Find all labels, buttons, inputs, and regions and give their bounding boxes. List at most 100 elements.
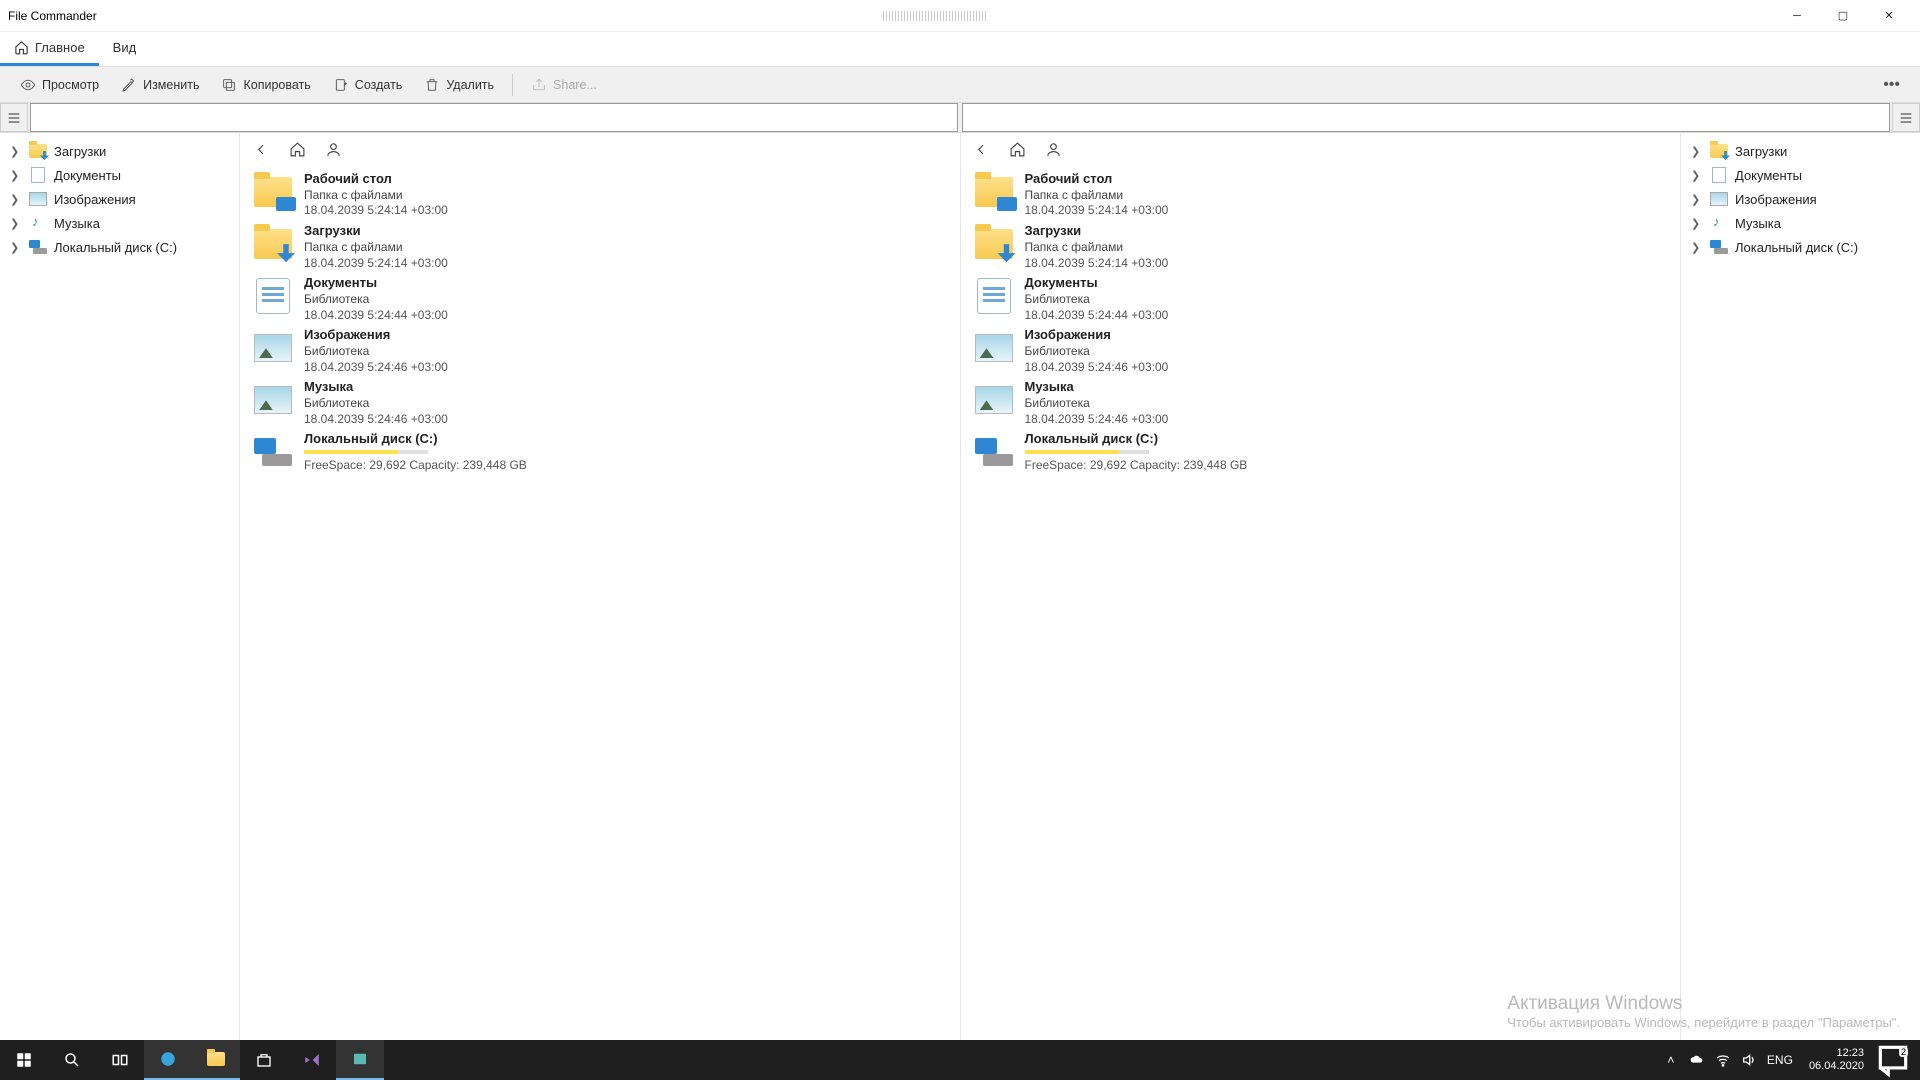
share-icon [531, 77, 547, 93]
file-row[interactable]: ДокументыБиблиотека18.04.2039 5:24:44 +0… [969, 273, 1673, 325]
store-taskbar-icon[interactable] [240, 1040, 288, 1080]
hamburger-left[interactable] [0, 103, 28, 132]
tree-item[interactable]: ❯Загрузки [1685, 139, 1916, 163]
app-taskbar-icon[interactable] [336, 1040, 384, 1080]
edit-button[interactable]: Изменить [111, 73, 209, 97]
file-date: 18.04.2039 5:24:44 +03:00 [1025, 308, 1169, 324]
vs-taskbar-icon[interactable] [288, 1040, 336, 1080]
tree-item-label: Документы [1735, 168, 1802, 183]
toolbar: Просмотр Изменить Копировать Создать Уда… [0, 67, 1920, 103]
tab-view[interactable]: Вид [99, 32, 151, 66]
tree-item[interactable]: ❯Документы [4, 163, 235, 187]
local-disk-icon [254, 438, 292, 466]
start-button[interactable] [0, 1040, 48, 1080]
file-name: Рабочий стол [304, 171, 448, 188]
tree-left: ❯Загрузки❯Документы❯Изображения ❯ Музыка ❯ Л… [0, 133, 240, 1040]
file-row[interactable]: ДокументыБиблиотека18.04.2039 5:24:44 +0… [248, 273, 952, 325]
copy-button[interactable]: Копировать [211, 73, 320, 97]
path-input-left[interactable] [30, 103, 958, 132]
chevron-icon: ❯ [1691, 241, 1703, 254]
file-row[interactable]: Рабочий столПапка с файлами18.04.2039 5:… [969, 169, 1673, 221]
home-button[interactable] [1007, 138, 1029, 160]
onedrive-icon[interactable] [1689, 1052, 1705, 1068]
tree-item[interactable]: ❯Документы [1685, 163, 1916, 187]
copy-icon [221, 77, 237, 93]
language-indicator[interactable]: ENG [1767, 1053, 1793, 1067]
tree-item-label: Изображения [54, 192, 136, 207]
share-label: Share... [553, 78, 597, 92]
grip-handle[interactable] [883, 11, 988, 21]
share-button[interactable]: Share... [521, 73, 607, 97]
file-row[interactable]: ЗагрузкиПапка с файлами18.04.2039 5:24:1… [969, 221, 1673, 273]
volume-icon[interactable] [1741, 1052, 1757, 1068]
wifi-icon[interactable] [1715, 1052, 1731, 1068]
downloads-icon [29, 144, 47, 158]
file-row[interactable]: МузыкаБиблиотека18.04.2039 5:24:46 +03:0… [969, 377, 1673, 429]
file-date: 18.04.2039 5:24:14 +03:00 [1025, 256, 1169, 272]
edge-taskbar-icon[interactable] [144, 1040, 192, 1080]
tree-item-label: Локальный диск (C:) [54, 240, 177, 255]
file-row[interactable]: ИзображенияБиблиотека18.04.2039 5:24:46 … [248, 325, 952, 377]
search-button[interactable] [48, 1040, 96, 1080]
file-row[interactable]: МузыкаБиблиотека18.04.2039 5:24:46 +03:0… [248, 377, 952, 429]
hamburger-right[interactable] [1892, 103, 1920, 132]
file-date: 18.04.2039 5:24:46 +03:00 [1025, 412, 1169, 428]
clock-date: 06.04.2020 [1809, 1060, 1864, 1073]
eye-icon [20, 77, 36, 93]
file-date: 18.04.2039 5:24:14 +03:00 [304, 256, 448, 272]
view-button[interactable]: Просмотр [10, 73, 109, 97]
delete-label: Удалить [446, 78, 494, 92]
tab-main[interactable]: Главное [0, 32, 99, 66]
file-row[interactable]: ИзображенияБиблиотека18.04.2039 5:24:46 … [969, 325, 1673, 377]
folder-icon [207, 1052, 225, 1066]
clock[interactable]: 12:23 06.04.2020 [1803, 1047, 1864, 1072]
home-button[interactable] [286, 138, 308, 160]
chevron-icon: ❯ [10, 217, 22, 230]
tree-item[interactable]: ❯Загрузки [4, 139, 235, 163]
tree-item[interactable]: ❯Музыка [1685, 211, 1916, 235]
tray-chevron-icon[interactable]: ˄ [1663, 1052, 1679, 1068]
view-label: Просмотр [42, 78, 99, 92]
close-button[interactable]: ✕ [1866, 0, 1912, 32]
notifications-button[interactable]: 2 [1874, 1041, 1912, 1079]
tab-view-label: Вид [113, 40, 137, 55]
tree-item[interactable]: ❯Изображения [1685, 187, 1916, 211]
path-input-right[interactable] [962, 103, 1890, 132]
chevron-icon: ❯ [10, 241, 22, 254]
app-title: File Commander [8, 9, 97, 23]
overflow-menu[interactable]: ••• [1873, 76, 1910, 94]
clock-time: 12:23 [1809, 1047, 1864, 1060]
main-area: ❯Загрузки❯Документы❯Изображения❯Музыка❯Л… [0, 133, 1920, 1040]
tree-item-label: Музыка [54, 216, 100, 231]
file-type: Библиотека [304, 344, 448, 360]
maximize-button[interactable]: ▢ [1820, 0, 1866, 32]
music-icon [1711, 216, 1727, 230]
back-button[interactable] [250, 138, 272, 160]
file-type: Библиотека [1025, 292, 1169, 308]
user-button[interactable] [322, 138, 344, 160]
edit-label: Изменить [143, 78, 199, 92]
tree-item[interactable]: ❯Локальный диск (C:) [1685, 235, 1916, 259]
file-name: Изображения [1025, 327, 1169, 344]
delete-button[interactable]: Удалить [414, 73, 504, 97]
file-type: Библиотека [304, 396, 448, 412]
tree-item[interactable]: ❯Изображения [4, 187, 235, 211]
minimize-button[interactable]: ─ [1774, 0, 1820, 32]
tree-item-label: Загрузки [54, 144, 106, 159]
file-type: Библиотека [304, 292, 448, 308]
file-row[interactable]: Рабочий столПапка с файлами18.04.2039 5:… [248, 169, 952, 221]
explorer-taskbar-icon[interactable] [192, 1040, 240, 1080]
create-button[interactable]: Создать [323, 73, 413, 97]
tree-item[interactable]: ❯ Музыка [4, 211, 235, 235]
file-row[interactable]: ЗагрузкиПапка с файлами18.04.2039 5:24:1… [248, 221, 952, 273]
desktop-folder-icon [975, 177, 1013, 207]
user-button[interactable] [1043, 138, 1065, 160]
pictures-icon [975, 334, 1013, 362]
local-disk-icon [975, 438, 1013, 466]
file-row[interactable]: Локальный диск (C:)FreeSpace: 29,692 Cap… [248, 429, 952, 475]
taskview-button[interactable] [96, 1040, 144, 1080]
file-row[interactable]: Локальный диск (C:)FreeSpace: 29,692 Cap… [969, 429, 1673, 475]
tree-item[interactable]: ❯ Локальный диск (C:) [4, 235, 235, 259]
back-button[interactable] [971, 138, 993, 160]
file-type: Библиотека [1025, 396, 1169, 412]
